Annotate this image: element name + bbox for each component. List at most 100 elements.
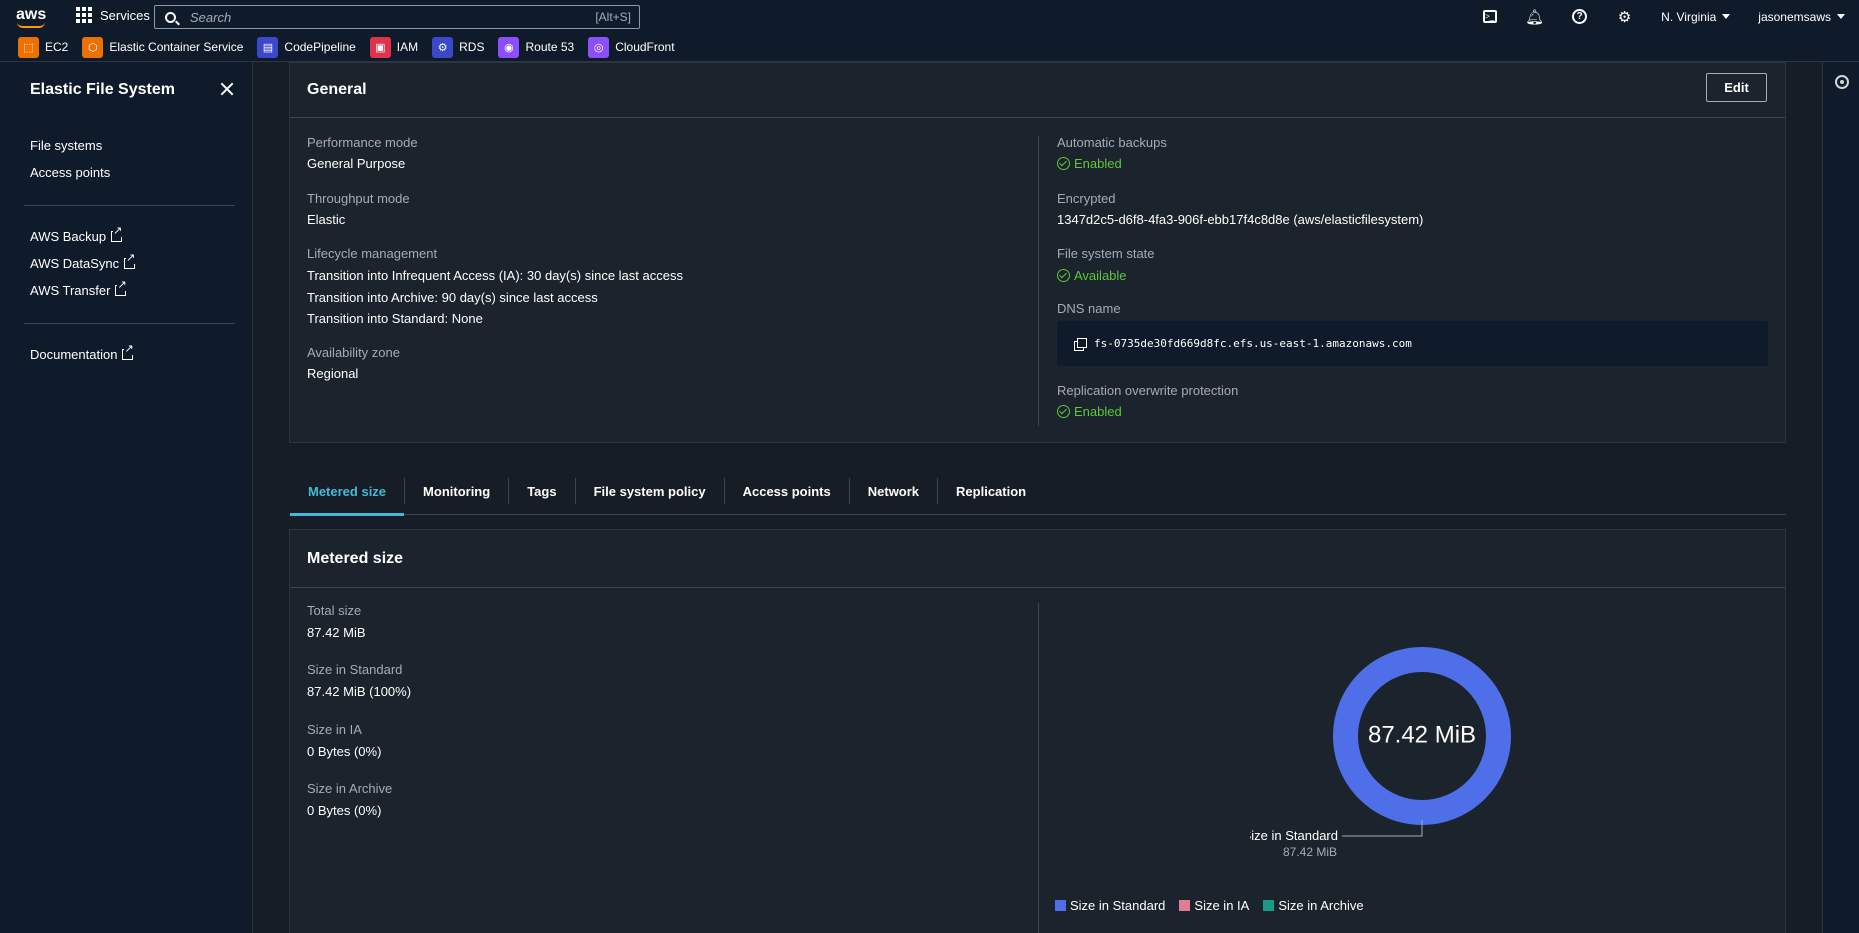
sidebar-item-aws-backup[interactable]: AWS Backup (30, 226, 123, 244)
metered-size-panel: Metered size Total size 87.42 MiB Size i… (289, 529, 1786, 933)
legend-swatch (1179, 900, 1191, 911)
donut-center-label: 87.42 MiB (1368, 721, 1476, 748)
favorite-label: CodePipeline (284, 40, 356, 54)
lifecycle-ia-value: Transition into Infrequent Access (IA): … (307, 268, 683, 283)
legend-label: Size in Archive (1278, 898, 1364, 913)
check-circle-icon (1057, 157, 1070, 170)
favorites-bar: ⬚ EC2 ⬡ Elastic Container Service ▤ CodePip… (0, 33, 1859, 62)
status-text: Enabled (1074, 156, 1122, 171)
tab-file-system-policy[interactable]: File system policy (576, 468, 724, 515)
region-selector[interactable]: N. Virginia (1647, 10, 1744, 24)
grid-icon (76, 7, 92, 23)
account-menu[interactable]: jasonemsaws (1744, 10, 1859, 24)
status-text: Available (1074, 268, 1127, 283)
encrypted-value: 1347d2c5-d6f8-4fa3-906f-ebb17f4c8d8e (aw… (1057, 212, 1424, 227)
favorite-ec2[interactable]: ⬚ EC2 (18, 36, 68, 58)
sidebar-item-documentation[interactable]: Documentation (30, 344, 134, 362)
rds-icon: ⚙ (432, 36, 454, 58)
favorite-rds[interactable]: ⚙ RDS (432, 36, 484, 58)
tab-label: Access points (742, 483, 831, 499)
search-placeholder: Search (190, 9, 232, 25)
sidebar-item-access-points[interactable]: Access points (30, 165, 110, 180)
external-link-icon (115, 280, 127, 296)
favorite-iam[interactable]: ▣ IAM (369, 36, 419, 58)
dns-name-value: fs-0735de30fd669d8fc.efs.us-east-1.amazo… (1094, 337, 1412, 350)
iam-icon: ▣ (369, 36, 391, 58)
sidebar-item-aws-datasync[interactable]: AWS DataSync (30, 253, 136, 271)
favorite-codepipeline[interactable]: ▤ CodePipeline (257, 36, 356, 58)
favorite-route53[interactable]: ◉ Route 53 (498, 36, 575, 58)
general-title: General (307, 81, 367, 98)
close-icon[interactable] (220, 82, 234, 96)
throughput-mode-value: Elastic (307, 212, 346, 227)
favorite-cloudfront[interactable]: ◎ CloudFront (588, 36, 675, 58)
tools-rail (1822, 62, 1859, 933)
favorite-label: IAM (396, 40, 419, 54)
bell-icon[interactable]: 🔔︎ (1512, 0, 1557, 33)
file-system-state-label: File system state (1057, 246, 1155, 261)
status-text: Enabled (1074, 404, 1122, 419)
tab-metered-size[interactable]: Metered size (290, 468, 405, 516)
route53-icon: ◉ (498, 36, 520, 58)
info-panel-icon[interactable] (1835, 75, 1849, 89)
divider (24, 205, 235, 206)
legend-label: Size in IA (1194, 898, 1250, 913)
external-link-icon (111, 226, 123, 242)
legend-label: Size in Standard (1070, 898, 1166, 913)
tab-label: Replication (956, 483, 1027, 499)
edit-button[interactable]: Edit (1706, 73, 1767, 102)
ecs-icon: ⬡ (82, 36, 104, 58)
cloudfront-icon: ◎ (588, 36, 610, 58)
top-navigation: aws Services Search [Alt+S] >_ 🔔︎ ? ⚙ N.… (0, 0, 1859, 33)
general-panel: General Edit Performance mode General Pu… (289, 62, 1786, 443)
throughput-mode-label: Throughput mode (307, 191, 410, 206)
legend-item-archive[interactable]: Size in Archive (1263, 898, 1364, 913)
copy-icon[interactable] (1074, 337, 1087, 351)
legend-item-standard[interactable]: Size in Standard (1055, 898, 1165, 913)
legend-swatch (1263, 900, 1275, 911)
column-divider (1038, 136, 1039, 426)
tab-monitoring[interactable]: Monitoring (405, 468, 508, 515)
search-input[interactable]: Search [Alt+S] (154, 5, 640, 29)
total-size-label: Total size (307, 603, 362, 618)
size-standard-value: 87.42 MiB (100%) (307, 684, 412, 699)
sidebar-item-label: AWS DataSync (30, 256, 120, 271)
sidebar-item-aws-transfer[interactable]: AWS Transfer (30, 280, 127, 298)
sidebar-item-label: AWS Transfer (30, 283, 111, 298)
favorite-ecs[interactable]: ⬡ Elastic Container Service (82, 36, 244, 58)
tab-label: Monitoring (423, 483, 491, 499)
tab-access-points[interactable]: Access points (725, 468, 849, 515)
size-archive-value: 0 Bytes (0%) (307, 803, 382, 818)
services-button[interactable]: Services (76, 7, 150, 23)
region-label: N. Virginia (1661, 9, 1717, 24)
availability-zone-value: Regional (307, 366, 359, 381)
column-divider (1038, 603, 1039, 933)
dns-name-box: fs-0735de30fd669d8fc.efs.us-east-1.amazo… (1057, 321, 1768, 366)
gear-icon[interactable]: ⚙ (1602, 0, 1647, 33)
help-icon[interactable]: ? (1557, 0, 1602, 33)
tab-network[interactable]: Network (850, 468, 937, 515)
sidenav-title: Elastic File System (30, 81, 175, 98)
divider (24, 323, 235, 324)
search-shortcut: [Alt+S] (595, 10, 631, 24)
metered-size-donut-chart: 87.42 MiB Size in Standard 87.42 MiB (1250, 647, 1511, 859)
favorite-label: Route 53 (525, 40, 575, 54)
performance-mode-label: Performance mode (307, 135, 418, 150)
size-ia-value: 0 Bytes (0%) (307, 744, 382, 759)
dns-name-label: DNS name (1057, 301, 1121, 316)
tab-tags[interactable]: Tags (509, 468, 574, 515)
favorite-label: Elastic Container Service (109, 40, 244, 54)
sidebar-item-label: Documentation (30, 347, 118, 362)
detail-tabs: Metered size Monitoring Tags File system… (290, 468, 1786, 516)
tab-replication[interactable]: Replication (938, 468, 1044, 515)
cloudshell-icon[interactable]: >_ (1467, 0, 1512, 33)
aws-logo[interactable]: aws (16, 6, 46, 28)
sidebar-item-file-systems[interactable]: File systems (30, 138, 102, 153)
availability-zone-label: Availability zone (307, 345, 400, 360)
size-ia-label: Size in IA (307, 722, 362, 737)
replication-protection-label: Replication overwrite protection (1057, 383, 1239, 398)
lifecycle-label: Lifecycle management (307, 246, 438, 261)
tab-label: File system policy (593, 483, 706, 499)
legend-item-ia[interactable]: Size in IA (1179, 898, 1249, 913)
total-size-value: 87.42 MiB (307, 625, 366, 640)
